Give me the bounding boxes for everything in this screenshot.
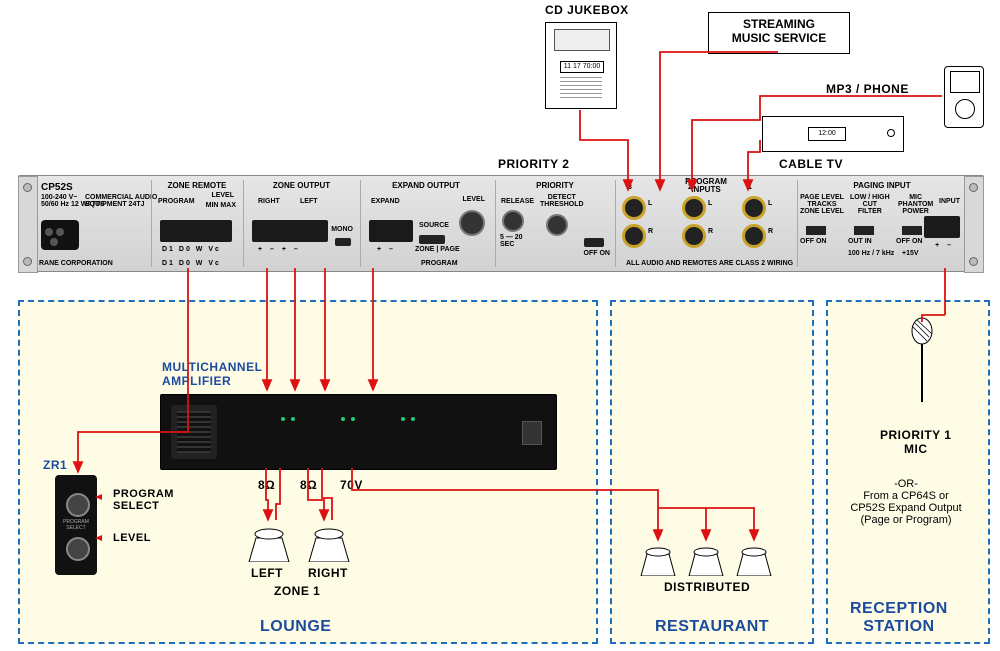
rca-2l[interactable] (682, 196, 706, 220)
expand-output-header: EXPAND OUTPUT (361, 181, 491, 190)
filter-switch[interactable] (854, 226, 874, 235)
rca-1l[interactable] (742, 196, 766, 220)
zr1-program-select-label: PROGRAM SELECT (113, 488, 174, 512)
detect-knob[interactable] (546, 214, 568, 236)
dist-speaker-2-icon (686, 542, 726, 576)
zr1-level-knob[interactable] (66, 537, 90, 561)
zr1-program-knob[interactable] (66, 493, 90, 517)
release-knob[interactable] (502, 210, 524, 232)
imp-70v: 70V (340, 478, 363, 492)
mp3-phone-label: MP3 / PHONE (826, 82, 909, 96)
priority2-label: PRIORITY 2 (498, 157, 569, 171)
paging-input-header: PAGING INPUT (798, 181, 966, 190)
zr1-wallplate: PROGRAM SELECT (55, 475, 97, 575)
cable-tv-box: 12:00 (762, 116, 904, 152)
rca-2r[interactable] (682, 224, 706, 248)
multichannel-amplifier (160, 394, 557, 470)
imp-8ohm-1: 8Ω (258, 478, 275, 492)
zr1-level-label: LEVEL (113, 532, 151, 544)
expand-output-terminal[interactable] (369, 220, 413, 242)
streaming-service-box: STREAMING MUSIC SERVICE (708, 12, 850, 54)
zone-output-terminal[interactable] (252, 220, 328, 242)
imp-8ohm-2: 8Ω (300, 478, 317, 492)
zone1-label: ZONE 1 (274, 584, 320, 598)
reception-title: RECEPTION STATION (850, 600, 948, 636)
distributed-label: DISTRIBUTED (664, 580, 750, 594)
spkr-right-label: RIGHT (308, 566, 348, 580)
zone-remote-terminal[interactable] (160, 220, 232, 242)
speaker-right-icon (304, 522, 354, 562)
cable-tv-label: CABLE TV (779, 157, 843, 171)
mp3-device (944, 66, 984, 128)
spkr-left-label: LEFT (251, 566, 283, 580)
jukebox-screen: 11 17 70:00 (560, 61, 604, 73)
amp-power-switch[interactable] (522, 421, 542, 445)
lounge-title: LOUNGE (260, 618, 331, 636)
phantom-switch[interactable] (902, 226, 922, 235)
rca-3r[interactable] (622, 224, 646, 248)
dist-speaker-1-icon (638, 542, 678, 576)
restaurant-title: RESTAURANT (655, 618, 769, 636)
amp-title: MULTICHANNEL AMPLIFIER (162, 360, 262, 388)
rca-1r[interactable] (742, 224, 766, 248)
speaker-left-icon (244, 522, 294, 562)
mic-icon (907, 317, 937, 407)
rca-3l[interactable] (622, 196, 646, 220)
mono-switch[interactable] (335, 238, 351, 246)
expand-level-knob[interactable] (459, 210, 485, 236)
program-inputs-header: PROGRAM INPUTS (616, 178, 796, 194)
zone-remote-header: ZONE REMOTE (152, 181, 242, 190)
cp52s-rear-panel: CP52S 100-240 V~ 50/60 Hz 12 WATTS COMME… (18, 175, 984, 272)
cd-jukebox-device: 11 17 70:00 (545, 22, 617, 109)
cd-jukebox-label: CD JUKEBOX (545, 3, 629, 17)
priority1-mic-label: PRIORITY 1 MIC (880, 428, 951, 456)
reception-alt-text: -OR- From a CP64S or CP52S Expand Output… (840, 478, 972, 526)
pagelevel-switch[interactable] (806, 226, 826, 235)
priority-header: PRIORITY (496, 181, 614, 190)
source-switch[interactable] (419, 235, 445, 244)
model-label: CP52S (41, 182, 73, 193)
dist-speaker-3-icon (734, 542, 774, 576)
zr1-model: ZR1 (43, 458, 67, 472)
paging-input-terminal[interactable] (924, 216, 960, 238)
priority-switch[interactable] (584, 238, 604, 247)
zone-output-header: ZONE OUTPUT (244, 181, 359, 190)
cabletv-clock: 12:00 (808, 127, 846, 141)
